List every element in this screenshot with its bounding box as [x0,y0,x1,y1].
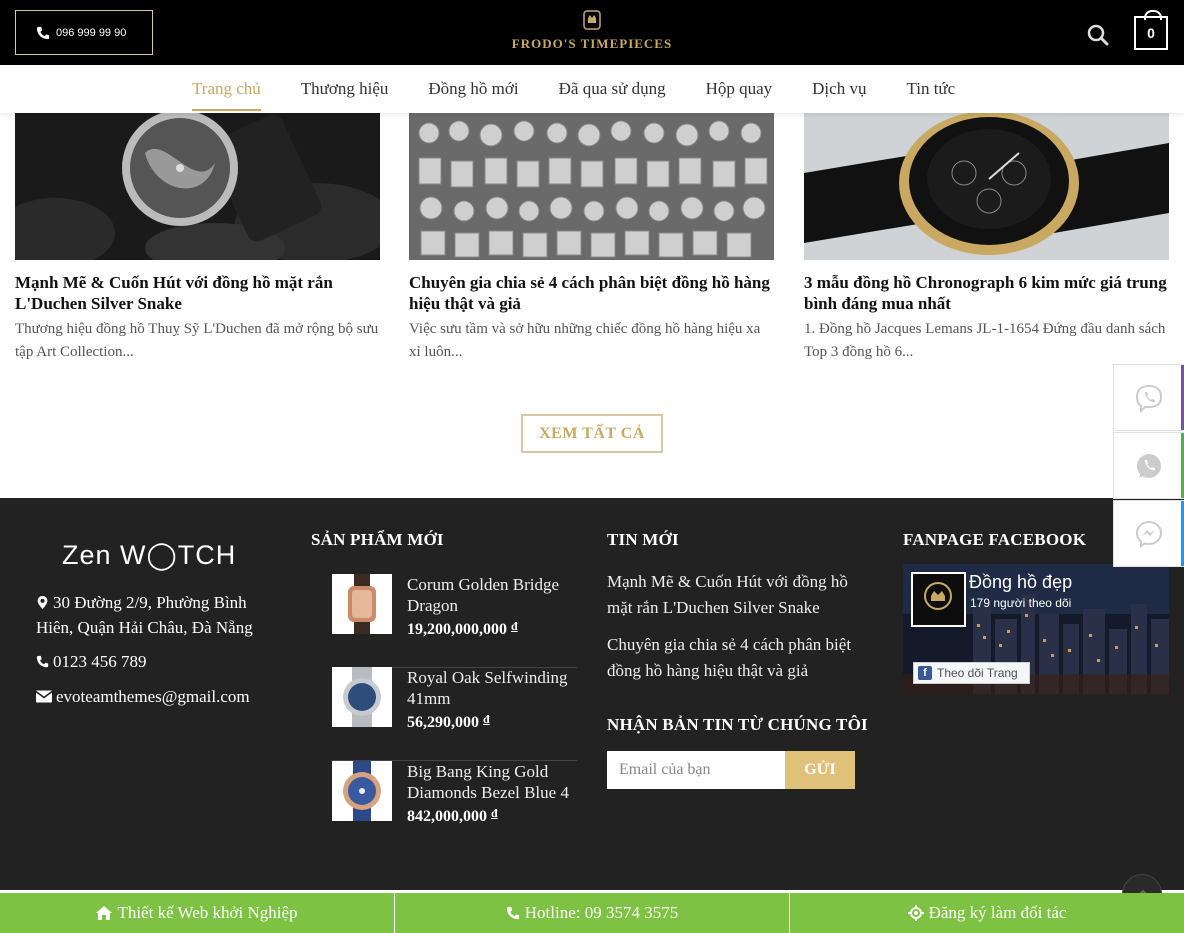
latest-news-heading: TIN MỚI [607,530,679,549]
blog-post-title[interactable]: 3 mẫu đồng hồ Chronograph 6 kim mức giá … [804,272,1169,314]
footer-product-item[interactable]: Corum Golden Bridge Dragon 19,200,000,00… [332,574,577,668]
product-thumbnail[interactable] [332,667,392,727]
bottom-action-bar: Thiết kế Web khởi Nghiệp Hotline: 09 357… [0,893,1184,933]
top-header: 096 999 99 90 FRODO'S TIMEPIECES 0 [0,0,1184,65]
bottom-bar-hotline-link[interactable]: Hotline: 09 3574 3575 [395,893,790,933]
blog-post-excerpt: Việc sưu tầm và sở hữu những chiếc đồng … [409,321,761,360]
cart-button[interactable]: 0 [1134,10,1168,50]
whatsapp-icon [1136,453,1161,478]
phone-icon [506,906,519,920]
blog-post-card[interactable]: Mạnh Mẽ & Cuốn Hút với đồng hồ mặt rắn L… [15,113,380,364]
nav-item-home[interactable]: Trang chủ [172,65,281,113]
nav-item-news[interactable]: Tin tức [886,65,975,113]
cart-count: 0 [1147,25,1155,41]
product-price-currency: đ [511,619,518,633]
newsletter-submit-button[interactable]: GỬI [785,751,855,789]
nav-item-services[interactable]: Dịch vụ [792,65,886,113]
gear-icon [907,905,924,921]
product-name[interactable]: Royal Oak Selfwinding 41mm [407,667,582,709]
blog-post-card[interactable]: 3 mẫu đồng hồ Chronograph 6 kim mức giá … [804,113,1169,364]
newsletter-heading: NHẬN BẢN TIN TỪ CHÚNG TÔI [607,715,868,734]
search-icon[interactable] [1087,24,1109,46]
nav-item-brands[interactable]: Thương hiệu [281,65,409,113]
product-price: 19,200,000,000 đ [407,619,518,639]
facebook-page-widget[interactable]: Đồng hồ đẹp 179 người theo dõi f Theo dõi… [903,564,1169,694]
product-price-currency: đ [491,806,498,820]
product-price-value: 56,290,000 [407,714,479,731]
nav-item-label: Đã qua sử dụng [558,79,666,98]
product-thumbnail[interactable] [332,574,392,634]
product-price-currency: đ [483,712,490,726]
nav-item-label: Thương hiệu [300,79,389,98]
nav-item-label: Dịch vụ [812,79,867,98]
product-thumbnail[interactable] [332,761,392,821]
blog-post-title[interactable]: Chuyên gia chia sẻ 4 cách phân biệt đồng… [409,272,774,314]
nav-item-used[interactable]: Đã qua sử dụng [539,65,686,113]
bottom-bar-hotline-label: Hotline: 09 3574 3575 [524,903,679,922]
product-price: 56,290,000 đ [407,712,490,732]
blog-post-image[interactable] [409,113,774,260]
bottom-bar-web-design-link[interactable]: Thiết kế Web khởi Nghiệp [0,893,395,933]
footer-phone[interactable]: 0123 456 789 [36,652,147,672]
product-price-value: 842,000,000 [407,808,487,825]
footer-email[interactable]: evoteamthemes@gmail.com [36,687,250,707]
viber-icon [1135,384,1162,413]
main-navigation: Trang chủ Thương hiệu Đồng hồ mới Đã qua… [0,65,1184,113]
envelope-icon [36,690,52,703]
logo-emblem-icon [583,10,601,30]
product-price-value: 19,200,000,000 [407,621,507,638]
bottom-bar-partner-label: Đăng ký làm đối tác [928,903,1067,922]
map-marker-icon [37,596,48,609]
messenger-icon [1135,520,1162,548]
phone-icon [36,26,50,39]
bottom-bar-partner-link[interactable]: Đăng ký làm đối tác [790,893,1184,933]
fanpage-follow-button[interactable]: f Theo dõi Trang [913,662,1030,684]
footer-news-link[interactable]: Chuyên gia chia sẻ 4 cách phân biệt đồng… [607,632,877,684]
nav-item-label: Hộp quay [705,79,773,98]
messenger-contact-button[interactable] [1113,500,1184,567]
bottom-bar-web-design-label: Thiết kế Web khởi Nghiệp [117,903,298,922]
new-products-heading: SẢN PHẨM MỚI [311,530,444,549]
blog-post-image[interactable] [15,113,380,260]
fanpage-name[interactable]: Đồng hồ đẹp [969,572,1072,593]
phone-icon [36,655,49,668]
blog-post-excerpt: Thương hiệu đồng hồ Thuỵ Sỹ L'Duchen đã … [15,321,379,360]
nav-item-label: Trang chủ [192,79,261,98]
blog-post-image[interactable] [804,113,1169,260]
footer-news-link[interactable]: Mạnh Mẽ & Cuốn Hút với đồng hồ mặt rắn L… [607,569,877,621]
nav-item-winder[interactable]: Hộp quay [686,65,793,113]
header-phone-button[interactable]: 096 999 99 90 [15,10,153,55]
blog-post-excerpt: 1. Đồng hồ Jacques Lemans JL-1-1654 Đứng… [804,321,1166,360]
logo-brand-text: FRODO'S TIMEPIECES [511,36,673,51]
blog-post-card[interactable]: Chuyên gia chia sẻ 4 cách phân biệt đồng… [409,113,774,364]
footer-logo[interactable]: Zen W◯TCH [62,540,236,571]
nav-item-label: Đồng hồ mới [428,79,519,98]
product-price: 842,000,000 đ [407,806,498,826]
viber-contact-button[interactable] [1113,364,1184,431]
footer-address: 30 Đường 2/9, Phường Bình Hiên, Quận Hải… [36,590,286,640]
site-logo[interactable]: FRODO'S TIMEPIECES [492,8,692,58]
footer-product-item[interactable]: Royal Oak Selfwinding 41mm 56,290,000 đ [332,667,577,761]
footer-phone-text: 0123 456 789 [53,652,147,671]
whatsapp-contact-button[interactable] [1113,432,1184,499]
fanpage-avatar[interactable] [911,572,966,627]
product-name[interactable]: Corum Golden Bridge Dragon [407,574,582,616]
facebook-icon: f [918,666,932,680]
fanpage-heading: FANPAGE FACEBOOK [903,530,1087,549]
home-icon [96,906,113,920]
footer-email-text: evoteamthemes@gmail.com [56,687,250,706]
footer-address-text: 30 Đường 2/9, Phường Bình Hiên, Quận Hải… [36,593,253,637]
header-phone-number: 096 999 99 90 [56,26,127,39]
site-footer: Zen W◯TCH 30 Đường 2/9, Phường Bình Hiên… [0,498,1184,890]
newsletter-email-input[interactable]: Email của bạn [607,751,785,789]
nav-item-label: Tin tức [906,79,956,98]
fanpage-follow-label: Theo dõi Trang [937,666,1018,680]
nav-item-new-watches[interactable]: Đồng hồ mới [408,65,538,113]
blog-post-title[interactable]: Mạnh Mẽ & Cuốn Hút với đồng hồ mặt rắn L… [15,272,380,314]
fanpage-follower-count: 179 người theo dõi [970,596,1072,610]
view-all-button[interactable]: XEM TẤT CẢ [521,414,663,453]
footer-product-item[interactable]: Big Bang King Gold Diamonds Bezel Blue 4… [332,761,577,855]
product-name[interactable]: Big Bang King Gold Diamonds Bezel Blue 4 [407,761,582,803]
